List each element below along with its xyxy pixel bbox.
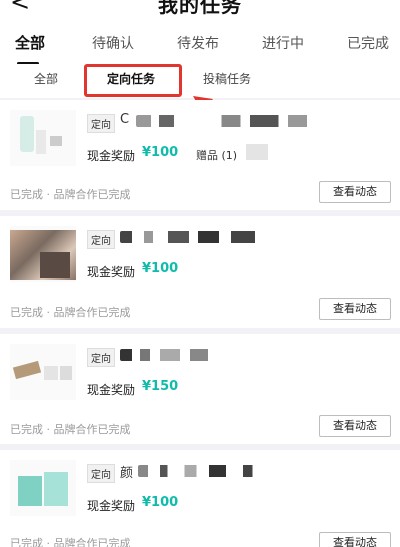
task-type-tab-bar: 全部 定向任务 投稿任务 [0, 64, 400, 98]
reward-value: ¥100 [142, 261, 179, 276]
task-card[interactable]: 定向 现金奖励 ¥100 已完成 · 品牌合作已完成 查看动态 [0, 216, 400, 328]
task-tag: 定向 [87, 114, 115, 133]
view-activity-button[interactable]: 查看动态 [319, 415, 391, 437]
task-card[interactable]: 定向 现金奖励 ¥150 已完成 · 品牌合作已完成 查看动态 [0, 334, 400, 444]
tab-completed[interactable]: 已完成 [347, 33, 389, 53]
product-thumbnail [10, 460, 76, 516]
task-card[interactable]: 定向 C 现金奖励 ¥100 赠品 (1) 已完成 · 品牌合作已完成 查看动态 [0, 100, 400, 210]
task-title-char: 颜 [120, 466, 134, 481]
tab-in-progress[interactable]: 进行中 [262, 33, 304, 53]
gift-thumbnail [246, 144, 268, 160]
product-thumbnail [10, 226, 76, 282]
view-activity-button[interactable]: 查看动态 [319, 181, 391, 203]
type-tab-submission[interactable]: 投稿任务 [203, 70, 251, 87]
tab-pending-confirm[interactable]: 待确认 [92, 33, 134, 53]
task-title-char: C [120, 112, 130, 127]
status-tab-bar: 全部 待确认 待发布 进行中 已完成 [0, 20, 400, 65]
reward-label: 现金奖励 [87, 383, 136, 397]
top-bar: < 我的任务 [0, 0, 400, 20]
task-tag: 定向 [87, 230, 115, 249]
task-status: 已完成 · 品牌合作已完成 [10, 306, 131, 319]
reward-value: ¥100 [142, 495, 179, 510]
blurred-title [138, 465, 260, 477]
task-status: 已完成 · 品牌合作已完成 [10, 537, 131, 547]
type-tab-all[interactable]: 全部 [34, 70, 58, 87]
view-activity-button[interactable]: 查看动态 [319, 532, 391, 547]
reward-value: ¥100 [142, 145, 179, 160]
blurred-title [120, 349, 220, 361]
product-thumbnail [10, 110, 76, 166]
highlight-box [84, 64, 182, 97]
reward-label: 现金奖励 [87, 149, 136, 163]
reward-label: 现金奖励 [87, 265, 136, 279]
task-status: 已完成 · 品牌合作已完成 [10, 423, 131, 436]
task-status: 已完成 · 品牌合作已完成 [10, 188, 131, 201]
reward-label: 现金奖励 [87, 499, 136, 513]
gift-label: 赠品 (1) [196, 149, 238, 162]
product-thumbnail [10, 344, 76, 400]
task-card[interactable]: 定向 颜 现金奖励 ¥100 已完成 · 品牌合作已完成 查看动态 [0, 450, 400, 547]
blurred-title [136, 115, 326, 127]
task-tag: 定向 [87, 464, 115, 483]
view-activity-button[interactable]: 查看动态 [319, 298, 391, 320]
page-title: 我的任务 [158, 0, 242, 17]
blurred-title [120, 231, 270, 243]
reward-value: ¥150 [142, 379, 179, 394]
task-tag: 定向 [87, 348, 115, 367]
tab-pending-publish[interactable]: 待发布 [177, 33, 219, 53]
tab-all[interactable]: 全部 [15, 32, 45, 53]
